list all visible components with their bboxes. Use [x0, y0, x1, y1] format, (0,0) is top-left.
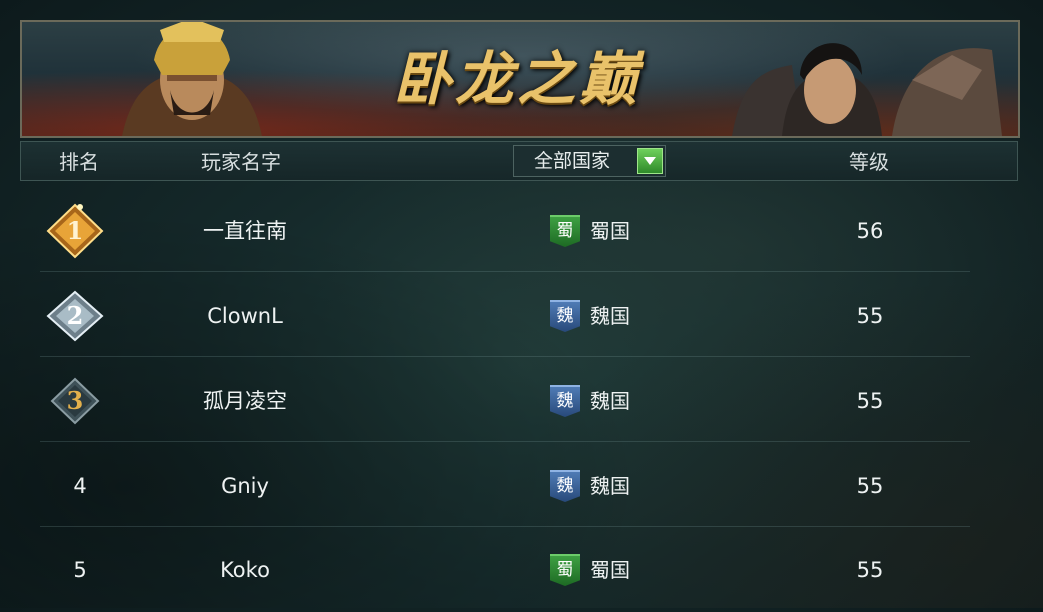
country-cell: 魏 魏国: [550, 359, 670, 443]
country-name: 蜀国: [590, 558, 630, 582]
shu-flag-icon: 蜀: [550, 554, 580, 586]
general-right-portrait: [732, 43, 1002, 136]
wei-flag-icon: 魏: [550, 385, 580, 417]
rank-column-header: 排名: [59, 150, 99, 174]
player-level: 55: [856, 558, 884, 582]
table-row[interactable]: 3 孤月凌空 魏 魏国 55: [40, 359, 970, 443]
general-left-portrait: [122, 22, 262, 136]
player-level: 55: [856, 304, 884, 328]
table-row[interactable]: 4 Gniy 魏 魏国 55: [40, 444, 970, 528]
rank-number: 4: [73, 474, 87, 498]
rank-number: 2: [66, 301, 84, 330]
player-level: 56: [856, 219, 884, 243]
country-cell: 蜀 蜀国: [550, 189, 670, 273]
player-level: 55: [856, 389, 884, 413]
country-name: 魏国: [590, 474, 630, 498]
row-divider: [40, 526, 970, 527]
player-name: 孤月凌空: [203, 389, 287, 413]
country-cell: 魏 魏国: [550, 444, 670, 528]
leaderboard-banner: 卧龙之巅: [20, 20, 1020, 138]
country-cell: 魏 魏国: [550, 274, 670, 358]
table-row[interactable]: 1 一直往南 蜀 蜀国 56: [40, 189, 970, 273]
country-name: 魏国: [590, 389, 630, 413]
player-level: 55: [856, 474, 884, 498]
country-filter-label: 全部国家: [534, 150, 611, 172]
shu-flag-icon: 蜀: [550, 215, 580, 247]
chevron-down-icon[interactable]: [637, 148, 663, 174]
rank-number: 5: [73, 558, 87, 582]
player-name: Gniy: [221, 474, 269, 498]
player-name: ClownL: [207, 304, 283, 328]
country-cell: 蜀 蜀国: [550, 528, 670, 612]
rank-number: 1: [66, 216, 84, 245]
table-row[interactable]: 5 Koko 蜀 蜀国 55: [40, 528, 970, 612]
country-filter-dropdown[interactable]: 全部国家: [513, 145, 666, 177]
banner-title: 卧龙之巅: [392, 45, 641, 113]
country-name: 魏国: [590, 304, 630, 328]
player-name: Koko: [220, 558, 270, 582]
row-divider: [40, 441, 970, 442]
wei-flag-icon: 魏: [550, 470, 580, 502]
player-name: 一直往南: [203, 219, 287, 243]
table-row[interactable]: 2 ClownL 魏 魏国 55: [40, 274, 970, 358]
country-name: 蜀国: [590, 219, 630, 243]
name-column-header: 玩家名字: [201, 150, 281, 174]
rank-number: 3: [66, 386, 84, 415]
row-divider: [40, 271, 970, 272]
table-header: 排名 玩家名字 全部国家 等级: [20, 141, 1018, 181]
row-divider: [40, 356, 970, 357]
wei-flag-icon: 魏: [550, 300, 580, 332]
level-column-header: 等级: [849, 150, 889, 174]
